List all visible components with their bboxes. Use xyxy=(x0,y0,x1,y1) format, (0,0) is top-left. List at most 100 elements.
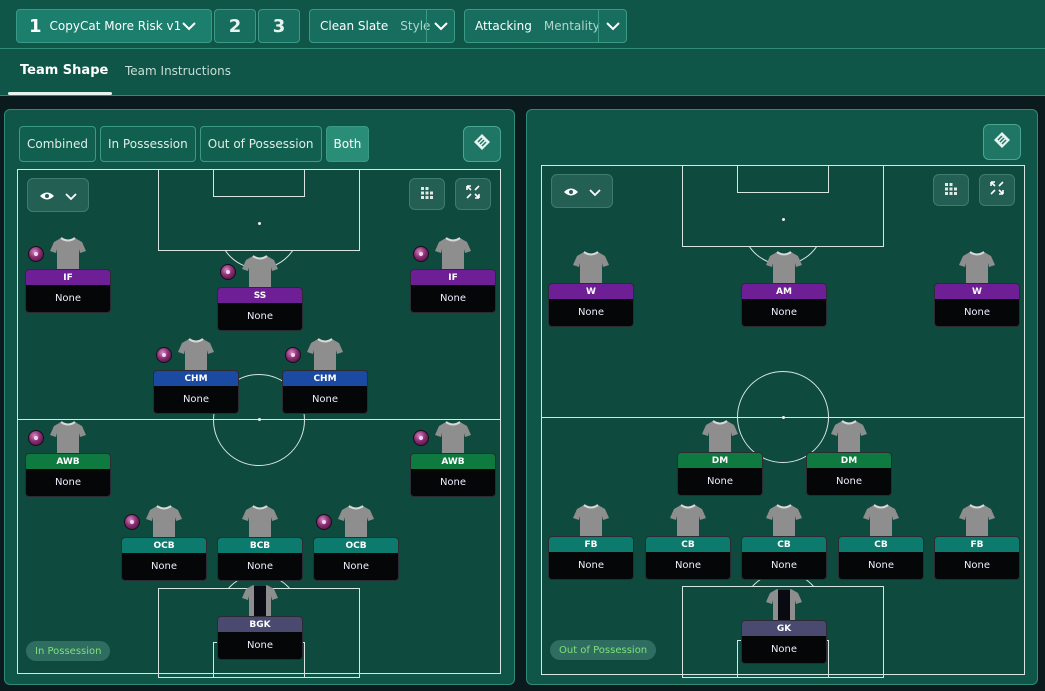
player-card[interactable]: AWB None xyxy=(410,421,496,501)
shirt-icon xyxy=(50,421,86,453)
player-card[interactable]: CB None xyxy=(645,504,731,584)
player-card[interactable]: DM None xyxy=(806,420,892,500)
player-role: CHM xyxy=(153,370,239,386)
player-card[interactable]: W None xyxy=(548,251,634,331)
player-card[interactable]: BGK None xyxy=(217,584,303,664)
expand-pitch-button[interactable] xyxy=(455,178,491,210)
player-card[interactable]: CB None xyxy=(741,504,827,584)
player-role: CB xyxy=(645,536,731,552)
player-duty: None xyxy=(806,468,892,496)
shirt-icon xyxy=(50,237,86,269)
expand-icon xyxy=(465,184,481,204)
segment-combined[interactable]: Combined xyxy=(19,126,96,162)
tab-team-shape[interactable]: Team Shape xyxy=(20,63,108,78)
shirt-icon xyxy=(435,421,471,453)
player-trait-icon xyxy=(316,514,332,530)
chevron-down-icon xyxy=(598,10,626,42)
tab-team-instructions[interactable]: Team Instructions xyxy=(125,64,231,78)
swap-diamond-icon xyxy=(993,131,1011,153)
out-of-possession-panel: Out of Possession W None AM None W None … xyxy=(526,109,1038,685)
segment-both[interactable]: Both xyxy=(325,126,370,162)
style-dropdown[interactable]: Clean Slate Style xyxy=(309,9,455,43)
shirt-icon xyxy=(831,420,867,452)
player-duty: None xyxy=(410,469,496,497)
player-role: CB xyxy=(838,536,924,552)
player-card[interactable]: IF None xyxy=(25,237,111,317)
player-card[interactable]: AM None xyxy=(741,251,827,331)
player-duty: None xyxy=(838,552,924,580)
player-duty: None xyxy=(741,636,827,664)
player-card[interactable]: FB None xyxy=(934,504,1020,584)
tactic-slot-3-button[interactable]: 3 xyxy=(258,9,300,43)
player-role: W xyxy=(548,283,634,299)
top-penalty-spot xyxy=(782,218,785,221)
player-role: OCB xyxy=(121,537,207,553)
chevron-down-icon xyxy=(181,19,197,36)
player-trait-icon xyxy=(285,347,301,363)
formation-grid-button[interactable] xyxy=(933,174,969,206)
player-duty: None xyxy=(548,299,634,327)
shirt-icon xyxy=(242,505,278,537)
gk-shirt-icon xyxy=(766,589,802,620)
player-role: DM xyxy=(677,452,763,468)
segment-out-of-possession[interactable]: Out of Possession xyxy=(199,126,322,162)
player-duty: None xyxy=(410,285,496,313)
player-card[interactable]: SS None xyxy=(217,255,303,335)
tactic-slot-2-button[interactable]: 2 xyxy=(214,9,256,43)
shirt-icon xyxy=(766,251,802,283)
expand-pitch-button[interactable] xyxy=(979,174,1015,206)
player-card[interactable]: CHM None xyxy=(153,338,239,418)
centre-spot xyxy=(258,418,261,421)
eye-icon xyxy=(563,182,579,201)
player-card[interactable]: OCB None xyxy=(313,505,399,585)
shirt-icon xyxy=(307,338,343,370)
view-options-button[interactable] xyxy=(551,174,613,208)
shirt-icon xyxy=(435,237,471,269)
player-card[interactable]: AWB None xyxy=(25,421,111,501)
chevron-down-icon xyxy=(426,10,454,42)
player-card[interactable]: W None xyxy=(934,251,1020,331)
view-options-button[interactable] xyxy=(27,178,89,212)
mentality-dropdown[interactable]: Attacking Mentality xyxy=(464,9,627,43)
player-card[interactable]: IF None xyxy=(410,237,496,317)
player-role: AWB xyxy=(410,453,496,469)
shirt-icon xyxy=(670,504,706,536)
player-card[interactable]: BCB None xyxy=(217,505,303,585)
shirt-icon xyxy=(146,505,182,537)
segment-in-possession[interactable]: In Possession xyxy=(99,126,196,162)
player-duty: None xyxy=(25,469,111,497)
player-role: CB xyxy=(741,536,827,552)
top-goal-area xyxy=(737,165,829,193)
tactic-slot-1-dropdown[interactable]: 1 CopyCat More Risk v1 xyxy=(16,9,212,43)
player-duty: None xyxy=(217,553,303,581)
player-trait-icon xyxy=(413,246,429,262)
swap-view-button[interactable] xyxy=(983,124,1021,160)
player-card[interactable]: GK None xyxy=(741,588,827,668)
player-card[interactable]: CB None xyxy=(838,504,924,584)
style-value: Clean Slate xyxy=(320,19,389,33)
player-card[interactable]: DM None xyxy=(677,420,763,500)
player-role: W xyxy=(934,283,1020,299)
player-card[interactable]: OCB None xyxy=(121,505,207,585)
tactics-tabs: Team Shape Team Instructions xyxy=(0,48,1045,96)
shirt-icon xyxy=(766,504,802,536)
player-role: OCB xyxy=(313,537,399,553)
swap-view-button[interactable] xyxy=(463,126,501,162)
mentality-value: Attacking xyxy=(475,19,532,33)
tactic-slot-2-label: 2 xyxy=(228,15,242,37)
shirt-icon xyxy=(573,251,609,283)
centre-spot xyxy=(782,416,785,419)
player-duty: None xyxy=(313,553,399,581)
player-role: IF xyxy=(410,269,496,285)
chevron-down-icon xyxy=(589,182,601,201)
player-duty: None xyxy=(282,386,368,414)
player-role: GK xyxy=(741,620,827,636)
player-role: CHM xyxy=(282,370,368,386)
player-role: BGK xyxy=(217,616,303,632)
player-card[interactable]: FB None xyxy=(548,504,634,584)
player-duty: None xyxy=(121,553,207,581)
formation-grid-button[interactable] xyxy=(409,178,445,210)
tactics-header: 1 CopyCat More Risk v1 2 3 Clean Slate S… xyxy=(0,0,1045,96)
player-card[interactable]: CHM None xyxy=(282,338,368,418)
player-duty: None xyxy=(741,552,827,580)
